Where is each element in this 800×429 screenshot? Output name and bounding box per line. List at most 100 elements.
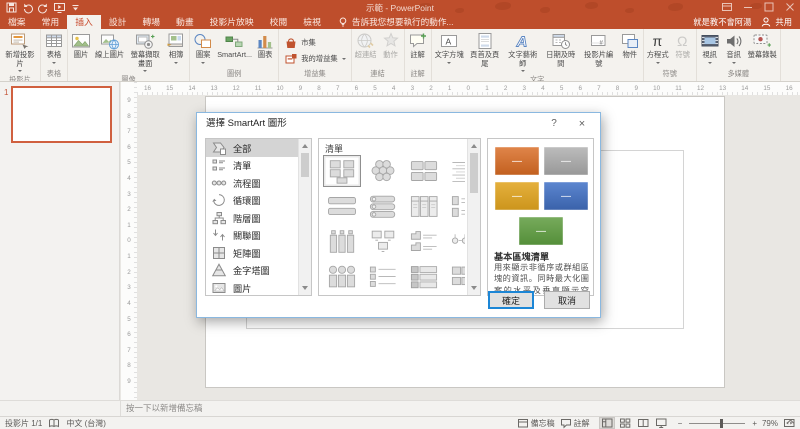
tab-transitions[interactable]: 轉場 <box>134 15 168 29</box>
tell-me-box[interactable]: 告訴我您想要執行的動作... <box>329 15 462 29</box>
tab-view[interactable]: 檢視 <box>295 15 329 29</box>
gallery-item-column-list[interactable] <box>405 190 443 222</box>
tab-file[interactable]: 檔案 <box>0 15 34 29</box>
gallery-item-picture-blocks[interactable] <box>364 226 402 258</box>
gallery-item-horizontal-bullet-list[interactable] <box>323 190 361 222</box>
ribbon-button-picture[interactable]: 圖片 <box>69 31 93 60</box>
category-item-pyramid[interactable]: 金字塔圖 <box>206 262 298 280</box>
ribbon-button-chart[interactable]: 圖表 <box>253 31 277 60</box>
gallery-item-bracket-list[interactable] <box>446 190 465 222</box>
dialog-close-button[interactable]: × <box>568 113 596 135</box>
zoom-slider[interactable] <box>689 423 745 424</box>
ribbon-button-photo-album[interactable]: 相簿 <box>164 31 188 66</box>
ribbon-button-shapes[interactable]: 圖案 <box>191 31 215 66</box>
ribbon-button-video[interactable]: 視訊 <box>698 31 722 66</box>
ribbon-button-date-time[interactable]: 日期及時間 <box>542 31 580 68</box>
gallery-item-description-block-list[interactable] <box>405 261 443 293</box>
ribbon-button-object[interactable]: 物件 <box>618 31 642 60</box>
language-indicator[interactable]: 中文 (台灣) <box>66 418 106 429</box>
ribbon-button-symbol[interactable]: Ω符號 <box>671 31 695 60</box>
scrollbar-thumb[interactable] <box>301 153 309 177</box>
close-icon[interactable] <box>779 0 800 14</box>
scroll-down-icon[interactable] <box>468 282 480 295</box>
gallery-item-dotted-process[interactable] <box>446 226 465 258</box>
ribbon-button-online-pictures[interactable]: 線上圖片 <box>93 31 126 60</box>
tab-insert[interactable]: 插入 <box>67 15 101 29</box>
gallery-scrollbar[interactable] <box>467 139 480 295</box>
start-from-beginning-icon[interactable] <box>52 1 67 14</box>
dialog-help-button[interactable]: ? <box>542 113 566 135</box>
notes-pane[interactable]: 按一下以新增備忘稿 <box>0 400 800 416</box>
zoom-out-button[interactable]: − <box>678 419 683 428</box>
maximize-icon[interactable] <box>758 0 779 14</box>
gallery-item-lined-list[interactable] <box>446 155 465 187</box>
gallery-item-basic-block-list[interactable] <box>323 155 361 187</box>
minimize-icon[interactable] <box>737 0 758 14</box>
tab-design[interactable]: 設計 <box>101 15 135 29</box>
gallery-item-side-bullet-list[interactable] <box>364 261 402 293</box>
ribbon-button-hyperlink[interactable]: 超連結 <box>353 31 379 60</box>
scroll-up-icon[interactable] <box>299 139 311 152</box>
tab-review[interactable]: 校閱 <box>262 15 296 29</box>
ribbon-button-action[interactable]: 動作 <box>379 31 403 60</box>
ribbon-button-my-add-ins[interactable]: 我的增益集 <box>282 53 347 66</box>
slide-thumbnail[interactable] <box>11 86 112 143</box>
category-item-cycle[interactable]: 循環圖 <box>206 192 298 210</box>
category-item-picture[interactable]: 圖片 <box>206 279 298 296</box>
customize-qat-icon[interactable] <box>68 1 83 14</box>
reading-view-icon[interactable] <box>635 417 651 429</box>
redo-icon[interactable] <box>36 1 51 14</box>
slide-sorter-icon[interactable] <box>617 417 633 429</box>
category-item-relationship[interactable]: 關聯圖 <box>206 227 298 245</box>
comments-toggle[interactable]: 註解 <box>560 417 590 429</box>
category-item-matrix[interactable]: 矩陣圖 <box>206 244 298 262</box>
zoom-level[interactable]: 79% <box>762 419 778 428</box>
ribbon-button-new-slide[interactable]: 新增投影片 <box>1 31 39 74</box>
ribbon-button-text-box[interactable]: A文字方塊 <box>433 31 466 66</box>
save-icon[interactable] <box>4 1 19 14</box>
normal-view-icon[interactable] <box>599 417 615 429</box>
category-item-all[interactable]: 全部 <box>206 139 298 157</box>
account-name[interactable]: 就是教不會阿湯 <box>693 16 751 28</box>
ribbon-button-equation[interactable]: π方程式 <box>645 31 671 66</box>
gallery-item-grid-block-list[interactable] <box>446 261 465 293</box>
slide-indicator[interactable]: 投影片 1/1 <box>5 418 42 429</box>
category-scrollbar[interactable] <box>298 139 311 295</box>
gallery-item-picture-caption-list[interactable] <box>405 155 443 187</box>
tab-home[interactable]: 常用 <box>34 15 68 29</box>
undo-icon[interactable] <box>20 1 35 14</box>
ribbon-button-screenshot[interactable]: 螢幕擷取畫面 <box>126 31 164 74</box>
ribbon-button-store[interactable]: 市集 <box>282 37 318 50</box>
tab-animations[interactable]: 動畫 <box>168 15 202 29</box>
ribbon-button-header-footer[interactable]: 頁首及頁尾 <box>466 31 504 68</box>
gallery-item-vertical-column-list[interactable] <box>323 226 361 258</box>
ribbon-button-slide-number[interactable]: #投影片編號 <box>580 31 618 68</box>
share-button[interactable]: 共用 <box>760 16 792 28</box>
ribbon-button-comment[interactable]: 註解 <box>406 31 430 60</box>
gallery-item-rounded-bar-list[interactable] <box>364 190 402 222</box>
collapse-ribbon-button[interactable] <box>785 417 796 426</box>
category-item-hierarchy[interactable]: 階層圖 <box>206 209 298 227</box>
proofing-book-icon[interactable] <box>48 417 60 429</box>
zoom-slider-thumb[interactable] <box>720 419 723 428</box>
scroll-down-icon[interactable] <box>299 282 311 295</box>
ribbon-button-wordart[interactable]: A文字藝術師 <box>504 31 542 74</box>
ok-button[interactable]: 確定 <box>488 291 534 309</box>
scrollbar-thumb[interactable] <box>470 153 478 193</box>
zoom-in-button[interactable]: + <box>752 419 757 428</box>
ribbon-button-table[interactable]: 表格 <box>42 31 66 66</box>
notes-toggle[interactable]: 備忘稿 <box>517 417 555 429</box>
gallery-item-alternating-hexagons[interactable] <box>364 155 402 187</box>
slideshow-icon[interactable] <box>653 417 669 429</box>
ribbon-display-options-icon[interactable] <box>716 0 737 14</box>
category-item-process[interactable]: 流程圖 <box>206 174 298 192</box>
gallery-item-circle-column-list[interactable] <box>323 261 361 293</box>
gallery-item-tab-list[interactable] <box>405 226 443 258</box>
tab-slide-show[interactable]: 投影片放映 <box>202 15 262 29</box>
scroll-up-icon[interactable] <box>468 139 480 152</box>
cancel-button[interactable]: 取消 <box>544 291 590 309</box>
ribbon-button-screen-recording[interactable]: 螢幕錄製 <box>746 31 779 60</box>
category-item-list[interactable]: 清單 <box>206 157 298 175</box>
ribbon-button-audio[interactable]: 音訊 <box>722 31 746 66</box>
ribbon-button-smartart[interactable]: SmartArt... <box>215 31 253 60</box>
